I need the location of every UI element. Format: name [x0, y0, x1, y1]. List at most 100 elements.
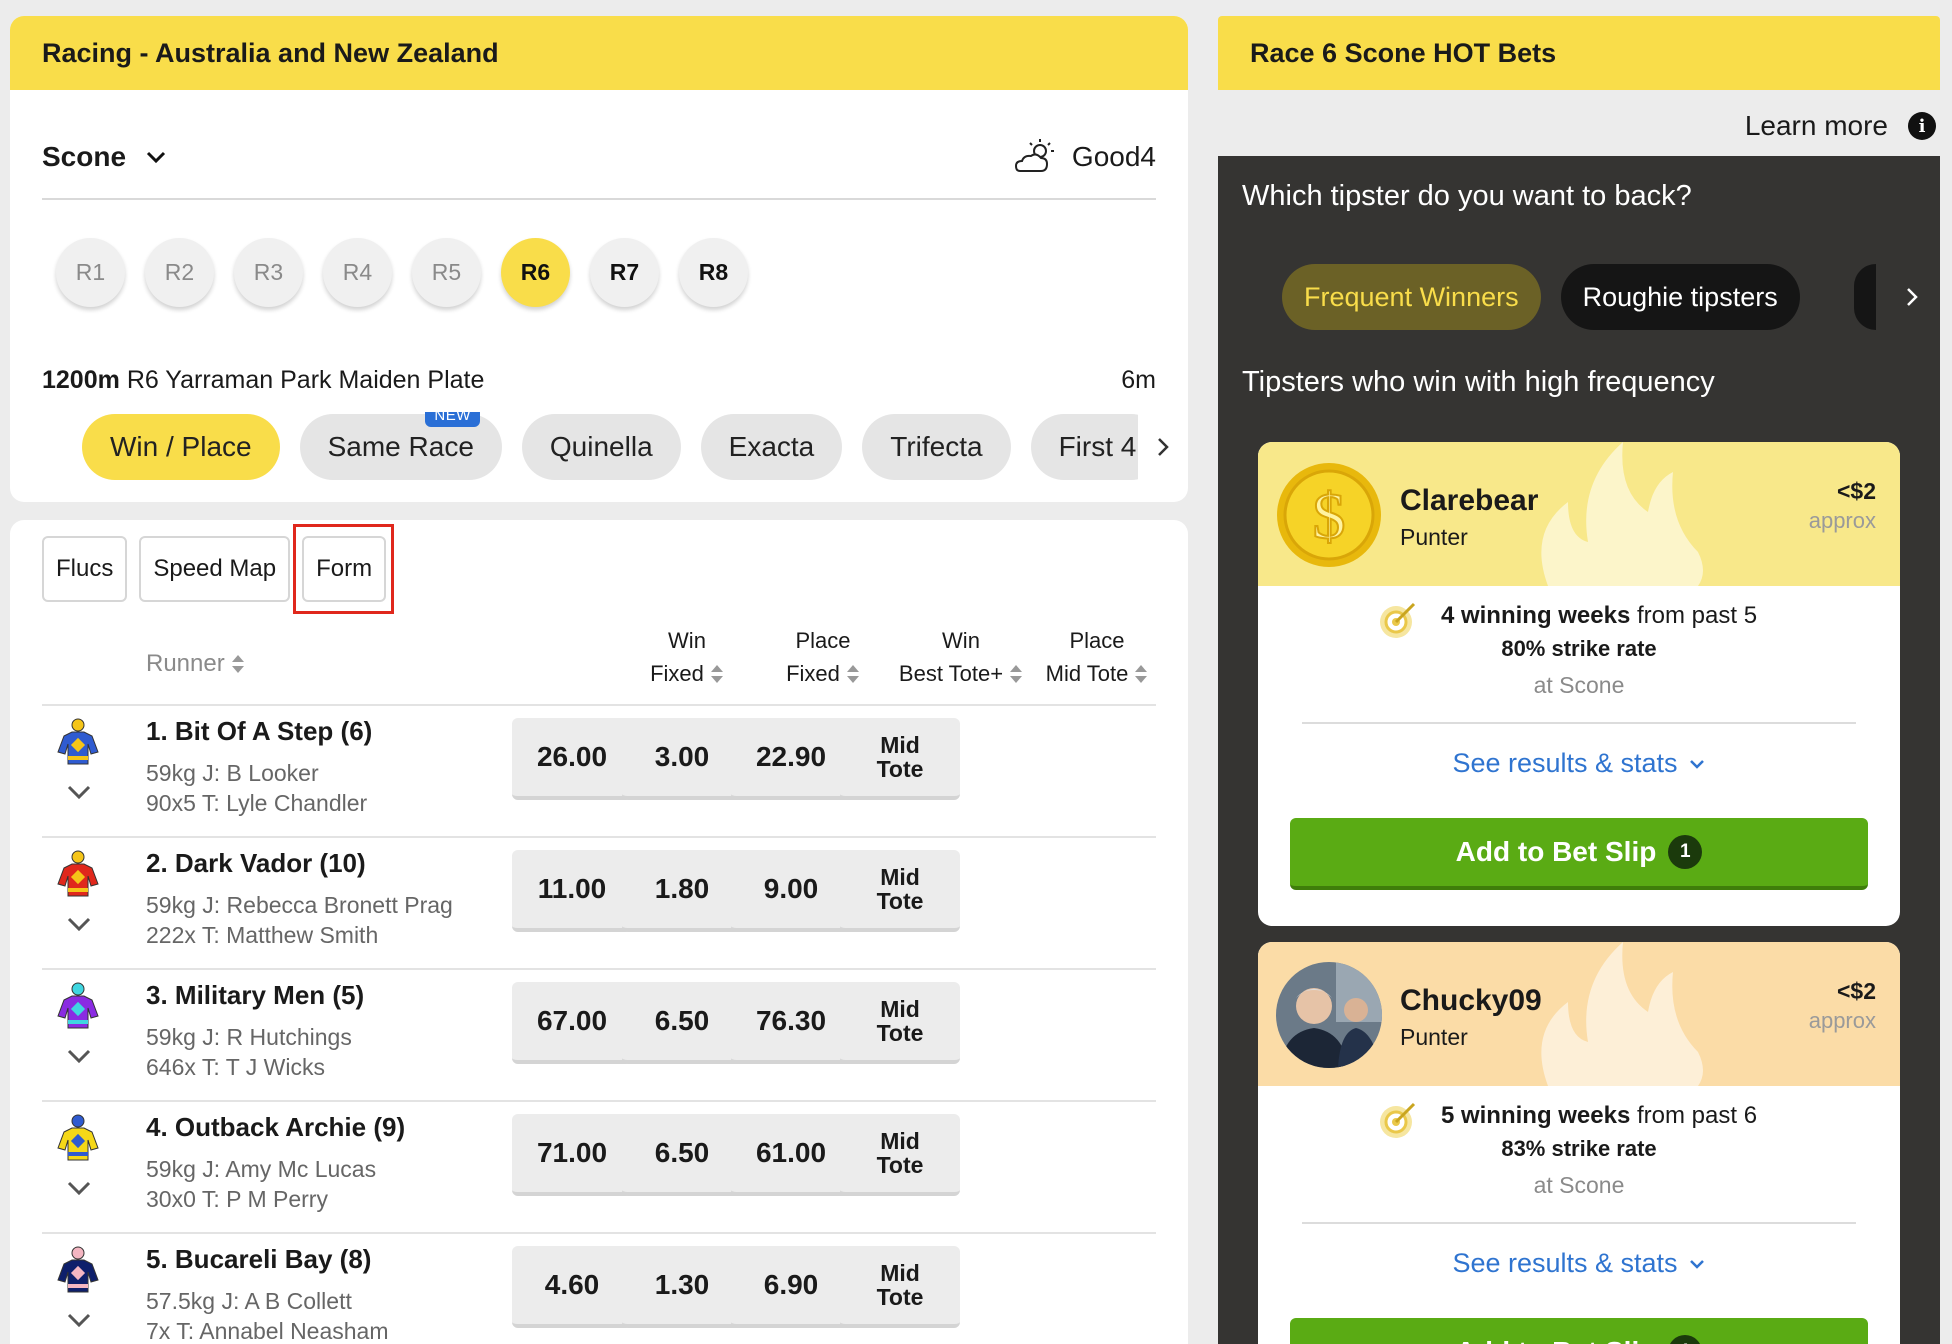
jockey-silk-icon [57, 1114, 99, 1161]
track-condition: Good4 [1014, 137, 1156, 177]
runners-card: Flucs Speed Map Form Runner Win Fixed Plac… [10, 520, 1188, 1344]
win-fixed-header[interactable]: Win Fixed [622, 624, 752, 690]
runner-column-label: Runner [146, 650, 225, 677]
place-fixed-odds-button[interactable]: 6.50 [622, 982, 742, 1064]
place-fixed-odds-button[interactable]: 1.30 [622, 1246, 742, 1328]
venue-selector[interactable]: Scone [42, 141, 168, 173]
win-fixed-header-line2: Fixed [650, 661, 704, 686]
add-to-bet-slip-button[interactable]: Add to Bet Slip 1 [1290, 818, 1868, 890]
race-button-r3[interactable]: R3 [234, 238, 303, 307]
place-tote-odds-button[interactable]: Mid Tote [840, 718, 960, 800]
bet-tab-quinella[interactable]: Quinella [521, 414, 681, 480]
win-fixed-odds-button[interactable]: 11.00 [512, 850, 632, 932]
runner-weight-jockey: 57.5kg J: A B Collett [146, 1288, 352, 1314]
place-fixed-odds-button[interactable]: 1.80 [622, 850, 742, 932]
bet-tab-win-place[interactable]: Win / Place [82, 414, 280, 480]
divider [1302, 722, 1856, 724]
bet-tab-same-race[interactable]: Same Race NEW [299, 412, 502, 480]
tipster-tab-frequent-winners[interactable]: Frequent Winners [1282, 264, 1541, 330]
place-tote-odds-button[interactable]: Mid Tote [840, 850, 960, 932]
see-results-link[interactable]: See results & stats [1258, 748, 1900, 779]
tipster-avatar: $ [1276, 462, 1382, 568]
bet-tab-exacta[interactable]: Exacta [700, 414, 843, 480]
selection-count-badge: 1 [1668, 835, 1703, 869]
strike-rate: 83% strike rate [1501, 1136, 1657, 1161]
winning-weeks-count: 5 winning weeks [1440, 1102, 1631, 1129]
mid-tote-label-line2: Tote [876, 888, 924, 914]
place-fixed-odds-button[interactable]: 6.50 [622, 1114, 742, 1196]
tipster-card: $ Clarebear Punter <$2 approx 4 winning weeks… [1258, 442, 1900, 926]
race-button-r2[interactable]: R2 [145, 238, 214, 307]
tipster-venue: at Scone [1533, 1172, 1625, 1198]
bet-tab-label: First 4 [1058, 431, 1137, 462]
expand-chevron-icon[interactable] [66, 914, 92, 934]
new-badge: NEW [425, 412, 480, 427]
place-tote-header[interactable]: Place Mid Tote [1032, 624, 1162, 690]
race-button-r1[interactable]: R1 [56, 238, 125, 307]
race-selector: R1 R2 R3 R4 R5 R6 R7 R8 [56, 238, 748, 307]
place-tote-odds-button[interactable]: Mid Tote [840, 1114, 960, 1196]
win-fixed-odds-button[interactable]: 67.00 [512, 982, 632, 1064]
tipster-subtitle: Tipsters who win with high frequency [1242, 366, 1715, 398]
chevron-down-icon [1689, 1259, 1704, 1269]
mid-tote-label-line2: Tote [876, 1152, 924, 1178]
jockey-silk-icon [57, 982, 99, 1029]
winning-weeks-period: from past 5 [1637, 602, 1758, 629]
win-tote-odds-button[interactable]: 76.30 [731, 982, 851, 1064]
runner-name[interactable]: 4. Outback Archie (9) [146, 1112, 405, 1143]
winning-weeks: 4 winning weeks from past 5 [1258, 602, 1900, 630]
win-fixed-odds-button[interactable]: 4.60 [512, 1246, 632, 1328]
win-tote-odds-button[interactable]: 6.90 [731, 1246, 851, 1328]
winning-weeks: 5 winning weeks from past 6 [1258, 1102, 1900, 1130]
race-button-r8[interactable]: R8 [679, 238, 748, 307]
win-tote-odds-button[interactable]: 9.00 [731, 850, 851, 932]
tipster-tab-roughie-tipsters[interactable]: Roughie tipsters [1560, 264, 1800, 330]
place-tote-odds-button[interactable]: Mid Tote [840, 982, 960, 1064]
add-to-bet-slip-button[interactable]: Add to Bet Slip 1 [1290, 1318, 1868, 1344]
race-button-r5[interactable]: R5 [412, 238, 481, 307]
sort-icon [1135, 664, 1148, 683]
win-tote-header[interactable]: Win Best Tote+ [886, 624, 1036, 690]
view-speed-map-button[interactable]: Speed Map [139, 536, 291, 602]
race-button-r6[interactable]: R6 [501, 238, 570, 307]
runner-name[interactable]: 2. Dark Vador (10) [146, 848, 366, 879]
runner-row: 3. Military Men (5) 59kg J: R Hutchings 64… [42, 970, 1156, 1102]
place-fixed-header[interactable]: Place Fixed [758, 624, 888, 690]
expand-chevron-icon[interactable] [66, 1178, 92, 1198]
tipster-price-approx: approx [1808, 508, 1876, 533]
runner-weight-jockey: 59kg J: R Hutchings [146, 1024, 352, 1050]
bet-tab-label: Trifecta [890, 431, 983, 462]
race-button-r7[interactable]: R7 [590, 238, 659, 307]
place-fixed-odds-button[interactable]: 3.00 [622, 718, 742, 800]
runner-column-header[interactable]: Runner [146, 650, 245, 678]
win-fixed-odds-button[interactable]: 71.00 [512, 1114, 632, 1196]
runner-row: 4. Outback Archie (9) 59kg J: Amy Mc Luca… [42, 1102, 1156, 1234]
race-button-r4[interactable]: R4 [323, 238, 392, 307]
see-results-link[interactable]: See results & stats [1258, 1248, 1900, 1279]
runner-name[interactable]: 5. Bucareli Bay (8) [146, 1244, 371, 1275]
tipster-tabs-scroll-right[interactable] [1854, 264, 1940, 330]
win-tote-odds-button[interactable]: 22.90 [731, 718, 851, 800]
view-flucs-button[interactable]: Flucs [42, 536, 128, 602]
bet-tabs-scroll-right[interactable] [1138, 412, 1188, 482]
win-fixed-odds-button[interactable]: 26.00 [512, 718, 632, 800]
place-fixed-header-line1: Place [795, 628, 851, 653]
add-to-bet-slip-label: Add to Bet Slip [1456, 1336, 1657, 1344]
mid-tote-label-line1: Mid [880, 732, 920, 758]
win-tote-odds-button[interactable]: 61.00 [731, 1114, 851, 1196]
runner-name[interactable]: 1. Bit Of A Step (6) [146, 716, 372, 747]
coin-icon: $ [1277, 463, 1381, 567]
expand-chevron-icon[interactable] [66, 1046, 92, 1066]
selection-count-badge: 1 [1668, 1335, 1703, 1344]
runner-weight-jockey: 59kg J: B Looker [146, 760, 319, 786]
runner-row: 1. Bit Of A Step (6) 59kg J: B Looker 90x5… [42, 706, 1156, 838]
runner-weight-jockey: 59kg J: Amy Mc Lucas [146, 1156, 377, 1182]
expand-chevron-icon[interactable] [66, 782, 92, 802]
runner-name[interactable]: 3. Military Men (5) [146, 980, 364, 1011]
expand-chevron-icon[interactable] [66, 1310, 92, 1330]
learn-more-link[interactable]: Learn more i [1218, 96, 1940, 156]
race-card: Racing - Australia and New Zealand Scone… [10, 16, 1188, 502]
runner-form-trainer: 646x T: T J Wicks [146, 1054, 325, 1080]
bet-tab-trifecta[interactable]: Trifecta [862, 414, 1011, 480]
place-tote-odds-button[interactable]: Mid Tote [840, 1246, 960, 1328]
